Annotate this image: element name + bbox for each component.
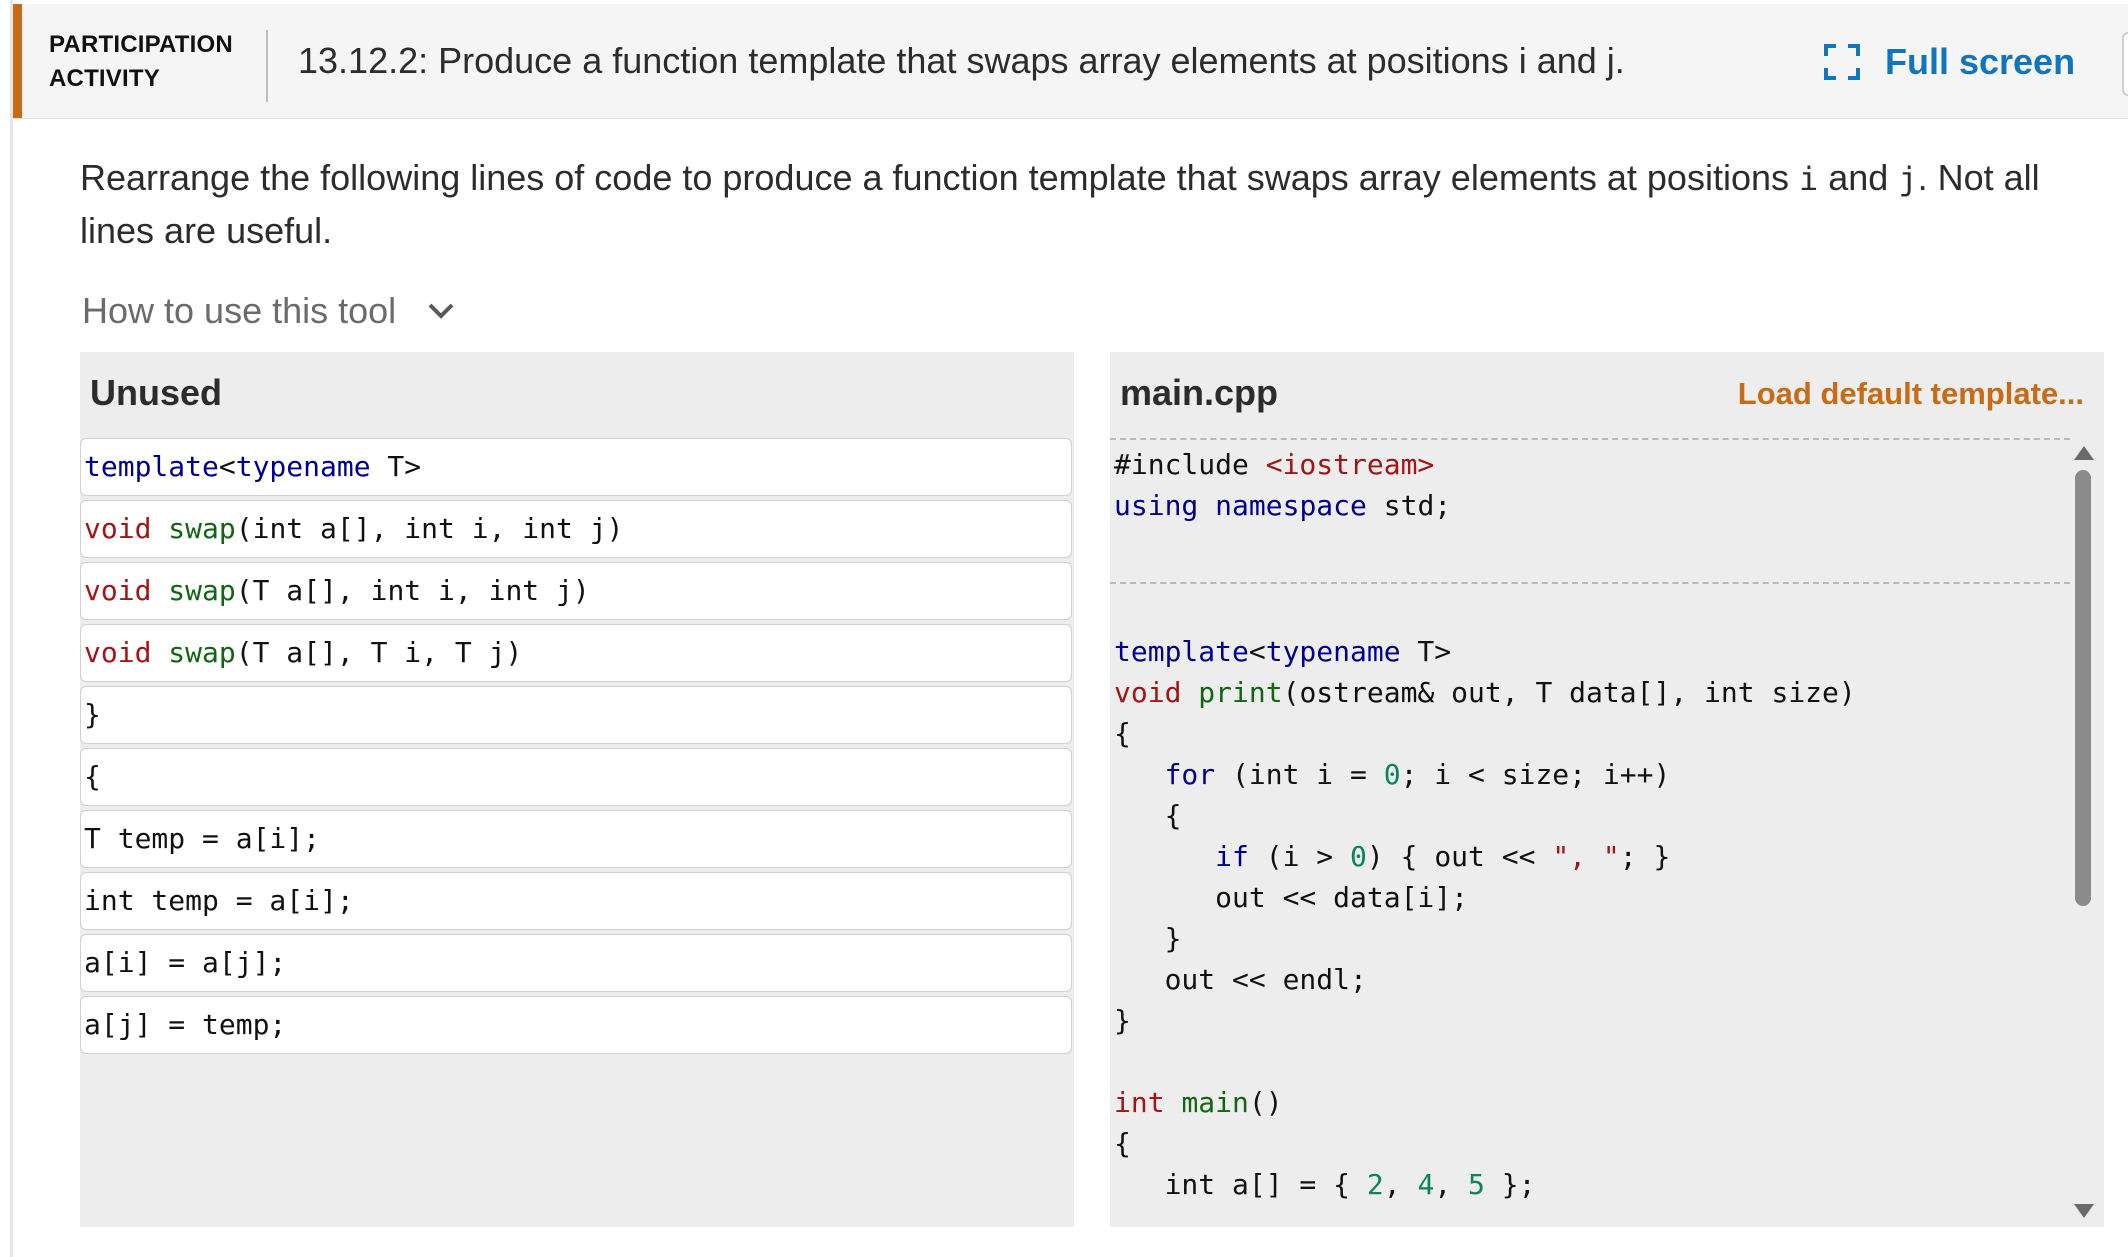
activity-title: 13.12.2: Produce a function template tha… bbox=[298, 40, 1625, 81]
code-block-includes: #include <iostream> using namespace std; bbox=[1114, 444, 1451, 526]
dropzone-divider-bottom bbox=[1110, 582, 2070, 584]
activity-type-line-2: ACTIVITY bbox=[49, 65, 160, 92]
code-line-close-brace[interactable]: } bbox=[80, 686, 1072, 744]
participation-activity: PARTICIPATION ACTIVITY 13.12.2: Produce … bbox=[0, 0, 2128, 1257]
code-line: #include <iostream> bbox=[1114, 448, 1435, 481]
fullscreen-icon bbox=[1824, 44, 1860, 80]
code-line: } bbox=[1114, 1004, 1131, 1037]
code-line-t-temp[interactable]: T temp = a[i]; bbox=[80, 810, 1072, 868]
code-line-int-temp[interactable]: int temp = a[i]; bbox=[80, 872, 1072, 930]
fullscreen-label: Full screen bbox=[1885, 41, 2076, 82]
code-line: using namespace std; bbox=[1114, 489, 1452, 522]
code-line: } bbox=[1114, 922, 1182, 955]
code-line-assign-aj[interactable]: a[j] = temp; bbox=[80, 996, 1072, 1054]
dropzone-divider-top bbox=[1110, 438, 2070, 440]
editor-scrollbar[interactable] bbox=[2070, 438, 2096, 1218]
activity-header: PARTICIPATION ACTIVITY 13.12.2: Produce … bbox=[13, 4, 2128, 119]
editor-filename: main.cpp bbox=[1120, 372, 1279, 413]
fullscreen-button[interactable]: Full screen bbox=[1823, 38, 2075, 86]
function-name: swap bbox=[168, 512, 236, 545]
code-line: int a[] = { 2, 4, 5 }; bbox=[1114, 1168, 1536, 1201]
code-line-swap-template-signature[interactable]: void swap(T a[], int i, int j) bbox=[80, 562, 1072, 620]
code-line-open-brace[interactable]: { bbox=[80, 748, 1072, 806]
scroll-up-arrow-icon[interactable] bbox=[2074, 446, 2094, 460]
code-line: { bbox=[1114, 717, 1131, 750]
code-line-assign-ai[interactable]: a[i] = a[j]; bbox=[80, 934, 1072, 992]
code-line: { bbox=[1114, 1127, 1131, 1160]
keyword: void bbox=[84, 574, 152, 607]
chevron-down-icon bbox=[428, 303, 454, 319]
keyword: template bbox=[84, 450, 219, 483]
activity-type-line-1: PARTICIPATION bbox=[49, 31, 233, 58]
keyword: void bbox=[84, 512, 152, 545]
function-name: swap bbox=[168, 636, 236, 669]
how-to-use-toggle[interactable]: How to use this tool bbox=[82, 290, 456, 332]
load-default-template-link[interactable]: Load default template... bbox=[1738, 376, 2084, 412]
unused-title: Unused bbox=[90, 372, 223, 413]
header-edge-control bbox=[2122, 32, 2128, 96]
code-editor: #include <iostream> using namespace std; … bbox=[1110, 438, 2104, 1227]
code-line: for (int i = 0; i < size; i++) bbox=[1164, 758, 1671, 791]
how-to-use-label: How to use this tool bbox=[82, 290, 397, 331]
code-line: void print(ostream& out, T data[], int s… bbox=[1114, 676, 1856, 709]
keyword: typename bbox=[235, 450, 371, 483]
instructions: Rearrange the following lines of code to… bbox=[80, 152, 2100, 257]
code-line: out << data[i]; bbox=[1114, 881, 1469, 914]
header-accent-bar bbox=[13, 4, 22, 118]
unused-panel: Unused template<typename T> void swap(in… bbox=[80, 352, 1074, 1227]
instructions-text-2: and bbox=[1818, 157, 1899, 198]
activity-type-label: PARTICIPATION ACTIVITY bbox=[49, 28, 259, 96]
instructions-var-j: j bbox=[1898, 160, 1918, 198]
code-line: if (i > 0) { out << ", "; } bbox=[1215, 840, 1671, 873]
instructions-text-1: Rearrange the following lines of code to… bbox=[80, 157, 1799, 198]
code-line-template-declaration[interactable]: template<typename T> bbox=[80, 438, 1072, 496]
left-border bbox=[10, 0, 13, 1257]
unused-line-list: template<typename T> void swap(int a[], … bbox=[80, 438, 1074, 1058]
code-line: out << endl; bbox=[1114, 963, 1367, 996]
instructions-var-i: i bbox=[1798, 160, 1819, 198]
code-line: template<typename T> bbox=[1114, 635, 1452, 668]
header-divider bbox=[266, 30, 268, 102]
function-name: swap bbox=[168, 574, 236, 607]
code-line-swap-t-indices-signature[interactable]: void swap(T a[], T i, T j) bbox=[80, 624, 1072, 682]
scrollbar-thumb[interactable] bbox=[2075, 470, 2091, 906]
code-line: int main() bbox=[1114, 1086, 1283, 1119]
main-cpp-panel: main.cpp Load default template... #inclu… bbox=[1110, 352, 2104, 1227]
code-block-print-and-main: template<typename T> void print(ostream& … bbox=[1114, 631, 1856, 1205]
code-line-swap-int-signature[interactable]: void swap(int a[], int i, int j) bbox=[80, 500, 1072, 558]
code-line: { bbox=[1114, 799, 1182, 832]
keyword: void bbox=[84, 636, 152, 669]
scroll-down-arrow-icon[interactable] bbox=[2074, 1204, 2094, 1218]
